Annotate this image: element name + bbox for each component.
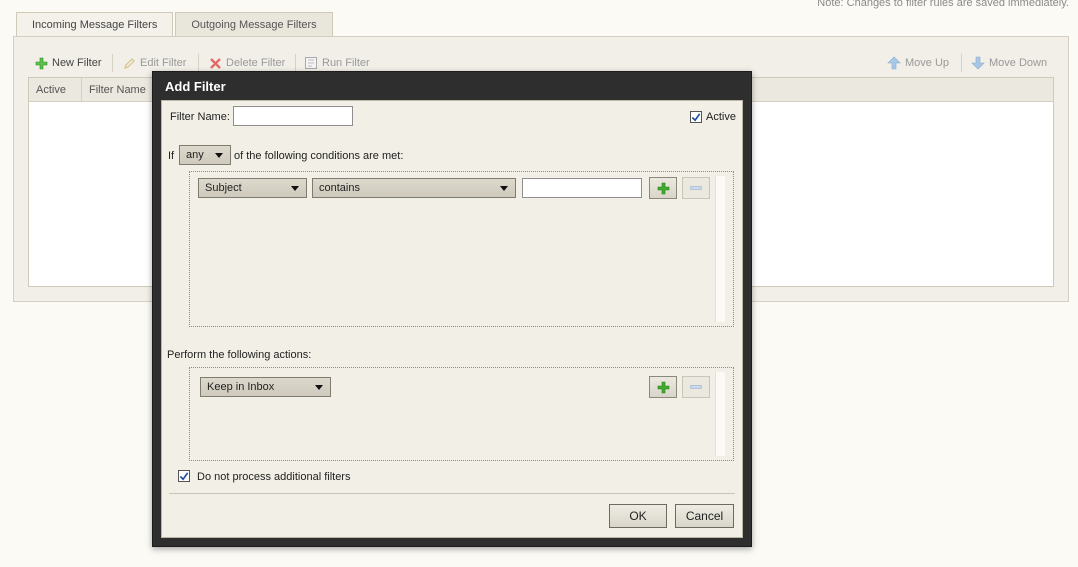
edit-filter-button[interactable]: Edit Filter xyxy=(122,53,186,73)
toolbar-divider xyxy=(961,54,962,72)
stop-processing-label: Do not process additional filters xyxy=(197,471,351,483)
chevron-down-icon xyxy=(215,153,223,158)
condition-operator-value: contains xyxy=(319,182,360,194)
move-down-button[interactable]: Move Down xyxy=(971,53,1047,73)
tab-incoming-message-filters[interactable]: Incoming Message Filters xyxy=(16,12,174,37)
column-header-active[interactable]: Active xyxy=(29,78,82,102)
new-filter-button[interactable]: New Filter xyxy=(34,53,102,73)
conditions-box: Subject contains xyxy=(189,171,734,327)
dialog-title: Add Filter xyxy=(165,79,226,94)
plus-icon xyxy=(657,381,669,393)
add-condition-button[interactable] xyxy=(649,177,677,199)
actions-scrollbar[interactable] xyxy=(715,372,725,456)
tab-outgoing-message-filters[interactable]: Outgoing Message Filters xyxy=(175,12,333,37)
active-label: Active xyxy=(706,111,736,123)
dialog-body: Filter Name: Active If any of the follow… xyxy=(161,100,743,538)
if-label: If xyxy=(168,150,175,162)
chevron-down-icon xyxy=(315,385,323,390)
filter-name-input[interactable] xyxy=(233,106,353,126)
stop-processing-checkbox[interactable] xyxy=(178,470,190,482)
match-type-select[interactable]: any xyxy=(179,145,231,165)
move-up-label: Move Up xyxy=(905,57,950,69)
condition-field-select[interactable]: Subject xyxy=(198,178,307,198)
action-type-value: Keep in Inbox xyxy=(207,381,275,393)
conditions-suffix-label: of the following conditions are met: xyxy=(234,150,404,162)
add-filter-dialog: Add Filter Filter Name: Active If any of… xyxy=(152,71,752,547)
conditions-scrollbar[interactable] xyxy=(715,176,725,322)
action-type-select[interactable]: Keep in Inbox xyxy=(200,377,331,397)
condition-value-input[interactable] xyxy=(522,178,642,198)
filters-toolbar: New Filter Edit Filter Delete Filter Run… xyxy=(14,53,1068,73)
actions-label: Perform the following actions: xyxy=(167,349,312,361)
active-checkbox[interactable] xyxy=(690,111,702,123)
checkmark-icon xyxy=(691,112,701,121)
run-filter-label: Run Filter xyxy=(322,57,370,69)
chevron-down-icon xyxy=(291,186,299,191)
toolbar-divider xyxy=(198,54,199,72)
delete-x-icon xyxy=(208,56,222,70)
minus-icon xyxy=(690,186,702,190)
delete-filter-button[interactable]: Delete Filter xyxy=(208,53,285,73)
edit-filter-label: Edit Filter xyxy=(140,57,187,69)
ok-button[interactable]: OK xyxy=(609,504,667,528)
new-filter-label: New Filter xyxy=(52,57,102,69)
save-note: Note: Changes to filter rules are saved … xyxy=(817,0,1069,9)
checkmark-icon xyxy=(179,471,189,480)
remove-action-button[interactable] xyxy=(682,376,710,398)
cancel-button[interactable]: Cancel xyxy=(675,504,734,528)
run-filter-icon xyxy=(304,56,318,70)
add-action-button[interactable] xyxy=(649,376,677,398)
match-type-value: any xyxy=(186,149,204,161)
run-filter-button[interactable]: Run Filter xyxy=(304,53,370,73)
filter-tabs: Incoming Message Filters Outgoing Messag… xyxy=(16,12,335,37)
minus-icon xyxy=(690,385,702,389)
chevron-down-icon xyxy=(500,186,508,191)
move-down-label: Move Down xyxy=(989,57,1048,69)
arrow-down-icon xyxy=(971,56,985,70)
toolbar-divider xyxy=(112,54,113,72)
plus-icon xyxy=(657,182,669,194)
actions-box: Keep in Inbox xyxy=(189,367,734,461)
condition-field-value: Subject xyxy=(205,182,242,194)
arrow-up-icon xyxy=(887,56,901,70)
plus-icon xyxy=(34,56,48,70)
move-up-button[interactable]: Move Up xyxy=(887,53,949,73)
remove-condition-button[interactable] xyxy=(682,177,710,199)
pencil-icon xyxy=(122,56,136,70)
condition-operator-select[interactable]: contains xyxy=(312,178,516,198)
dialog-divider xyxy=(169,493,735,494)
delete-filter-label: Delete Filter xyxy=(226,57,286,69)
toolbar-divider xyxy=(295,54,296,72)
filter-name-label: Filter Name: xyxy=(170,111,230,123)
